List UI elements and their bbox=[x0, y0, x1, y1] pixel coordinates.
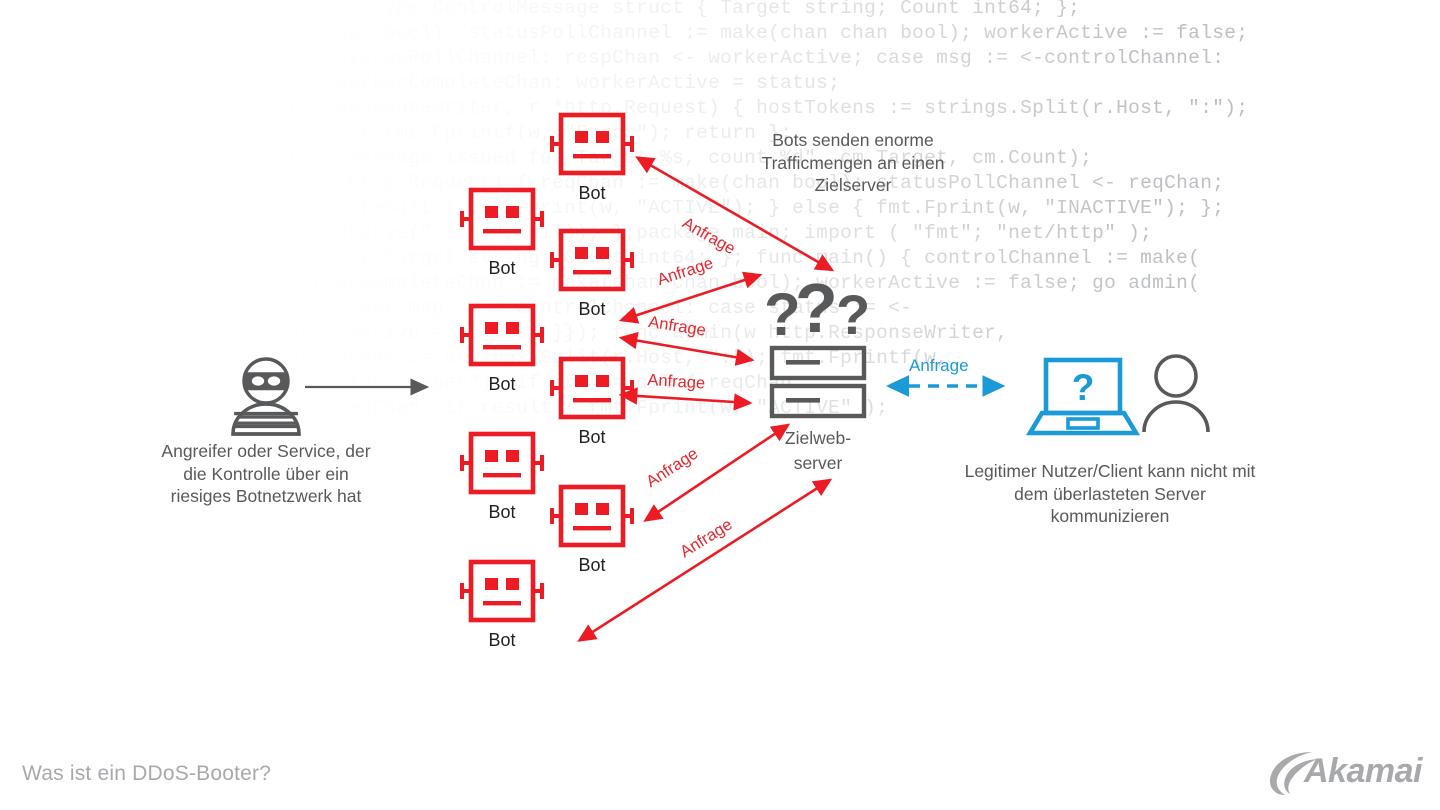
client-link-label: Anfrage bbox=[909, 356, 969, 375]
svg-text:?: ? bbox=[795, 269, 838, 347]
target-server-icon-wrap: ? ? ? bbox=[762, 269, 874, 420]
burglar-icon bbox=[231, 357, 301, 436]
svg-text:?: ? bbox=[836, 283, 870, 346]
laptop-screen-question: ? bbox=[1072, 367, 1095, 408]
page-title: Was ist ein DDoS-Booter? bbox=[22, 762, 272, 785]
bot-icon bbox=[460, 303, 544, 367]
akamai-logo-text: Akamai bbox=[1304, 752, 1422, 790]
bot-label: Bot bbox=[488, 258, 516, 278]
client-caption: Legitimer Nutzer/Client kann nicht mit d… bbox=[964, 461, 1256, 526]
server-stack-icon: ? ? ? bbox=[764, 269, 870, 419]
bot-node bbox=[459, 187, 545, 251]
code-line: case status := <- workerCompleteChan: wo… bbox=[0, 72, 841, 94]
user-silhouette-icon bbox=[1142, 354, 1210, 433]
target-server-label-line2: server bbox=[793, 453, 843, 473]
target-server-label-line1: Zielweb- bbox=[784, 428, 852, 448]
bot-label: Bot bbox=[488, 630, 516, 650]
laptop-question-icon: ? bbox=[1025, 357, 1141, 436]
client-laptop-wrap: ? bbox=[1025, 357, 1141, 436]
akamai-logo: Akamai bbox=[1268, 752, 1428, 799]
bot-node bbox=[459, 303, 545, 367]
attacker-to-botnet-arrow bbox=[305, 378, 430, 396]
bot-node bbox=[459, 559, 545, 623]
diagram-canvas: string ); type ControlMessage struct { T… bbox=[0, 0, 1440, 810]
attack-arrow-label-4: Anfrage bbox=[646, 371, 706, 393]
bot-label: Bot bbox=[488, 374, 516, 394]
target-server-label: Zielweb- server bbox=[742, 426, 894, 476]
code-line: func admin(w http.ResponseWriter, r *htt… bbox=[0, 97, 1249, 119]
bot-label: Bot bbox=[488, 502, 516, 522]
attacker-icon-wrap bbox=[225, 355, 307, 436]
client-server-link bbox=[885, 375, 1006, 397]
bot-icon bbox=[460, 559, 544, 623]
bot-icon bbox=[460, 187, 544, 251]
attack-caption: Bots senden enorme Trafficmengen an eine… bbox=[761, 130, 945, 195]
code-line: reqChan := make(chan chan bool); statusP… bbox=[0, 22, 1249, 44]
client-user-wrap bbox=[1142, 353, 1210, 433]
attacker-caption: Angreifer oder Service, der die Kontroll… bbox=[161, 441, 371, 506]
bot-icon bbox=[460, 431, 544, 495]
bot-node bbox=[459, 431, 545, 495]
code-line: case respChan := <- statusPollChannel: r… bbox=[0, 47, 1225, 69]
code-line: string ); type ControlMessage struct { T… bbox=[0, 0, 1081, 19]
